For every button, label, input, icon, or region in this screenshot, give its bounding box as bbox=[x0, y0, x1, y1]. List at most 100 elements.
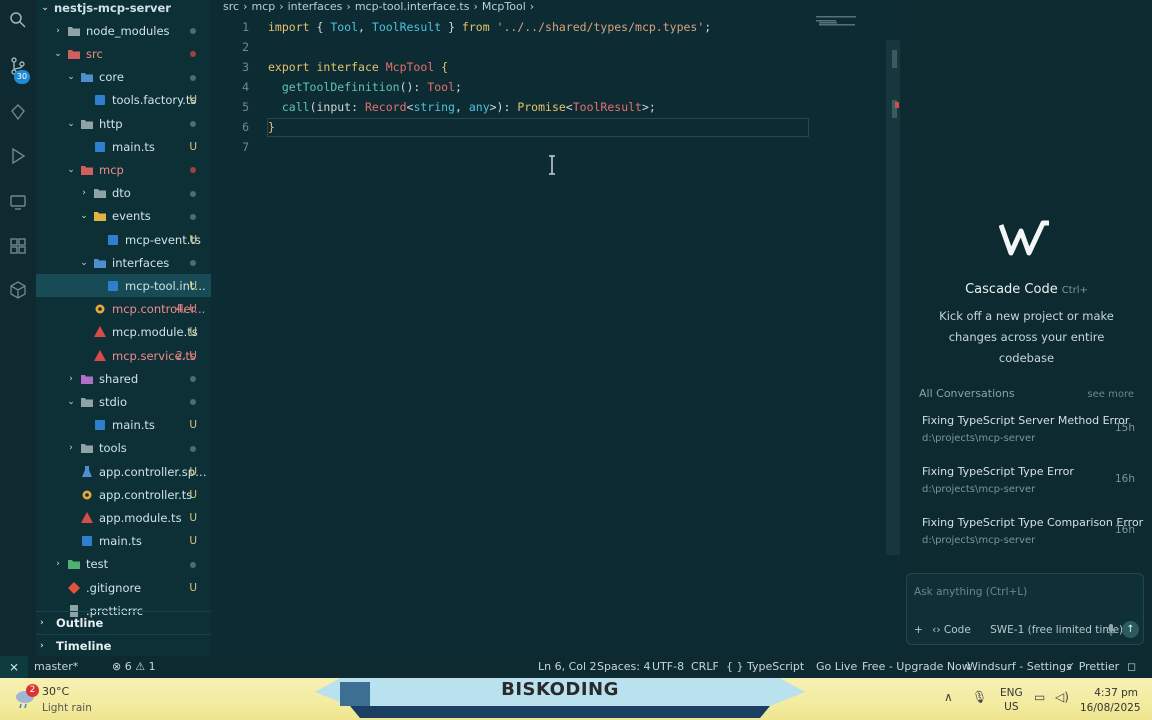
line-number: 1 bbox=[242, 20, 249, 34]
microphone-tray-icon[interactable]: 🎙 bbox=[972, 690, 987, 704]
tree-file[interactable]: main.ts U bbox=[36, 135, 211, 158]
language-indicator[interactable]: ENG US bbox=[1000, 686, 1023, 714]
breadcrumb-item[interactable]: mcp bbox=[251, 0, 275, 13]
tree-folder[interactable]: › tools bbox=[36, 437, 211, 460]
breadcrumb-item[interactable]: mcp-tool.interface.ts bbox=[355, 0, 470, 13]
code-line[interactable]: 2 bbox=[211, 37, 811, 57]
tree-file[interactable]: mcp.module.ts U bbox=[36, 321, 211, 344]
status-dot bbox=[190, 445, 196, 452]
run-debug-icon[interactable] bbox=[8, 146, 28, 166]
code-line[interactable]: 6} bbox=[211, 117, 811, 137]
tree-folder[interactable]: ⌄ interfaces bbox=[36, 251, 211, 274]
tree-folder[interactable]: › node_modules bbox=[36, 19, 211, 42]
code-line[interactable]: 3 export interface McpTool { bbox=[211, 57, 811, 77]
breadcrumb-item[interactable]: src bbox=[223, 0, 239, 13]
tray-chevron-icon[interactable]: ∧ bbox=[944, 690, 953, 704]
prettier-status[interactable]: ✓ Prettier bbox=[1066, 660, 1119, 673]
code-token: < bbox=[565, 100, 573, 114]
module-file-icon bbox=[94, 326, 106, 338]
tree-file[interactable]: mcp-event.ts U bbox=[36, 228, 211, 251]
remote-explorer-icon[interactable] bbox=[8, 192, 28, 212]
git-status-badge: U bbox=[189, 279, 197, 292]
tree-item-label: dto bbox=[112, 186, 131, 201]
timeline-section[interactable]: › Timeline bbox=[36, 634, 211, 656]
encoding-status[interactable]: UTF-8 bbox=[652, 660, 684, 673]
volume-icon[interactable]: ◁) bbox=[1055, 690, 1069, 704]
problems-status[interactable]: ⊗ 6 ⚠ 1 bbox=[112, 660, 156, 673]
system-clock[interactable]: 4:37 pm 16/08/2025 bbox=[1080, 686, 1141, 716]
code-line[interactable]: 4 getToolDefinition(): Tool; bbox=[211, 77, 811, 97]
tree-folder[interactable]: ⌄ events bbox=[36, 205, 211, 228]
eol-status[interactable]: CRLF bbox=[691, 660, 719, 673]
see-more-link[interactable]: see more bbox=[1087, 389, 1134, 400]
search-icon[interactable] bbox=[8, 10, 28, 30]
code-line[interactable]: 5 call(input: Record < string, any>): Prom… bbox=[211, 97, 811, 117]
cascade-title: Cascade Code Ctrl+ bbox=[901, 282, 1152, 297]
tree-folder[interactable]: › dto bbox=[36, 182, 211, 205]
branch-status[interactable]: master* bbox=[34, 660, 78, 673]
network-icon[interactable]: ▭ bbox=[1034, 690, 1045, 704]
breadcrumb-item[interactable]: McpTool bbox=[482, 0, 526, 13]
go-live-button[interactable]: Go Live bbox=[816, 660, 857, 673]
tree-folder[interactable]: ⌄ mcp bbox=[36, 158, 211, 181]
tree-file[interactable]: .gitignore U bbox=[36, 576, 211, 599]
tree-file[interactable]: mcp-tool.interf... U bbox=[36, 274, 211, 298]
conversation-item[interactable]: Fixing TypeScript Type Comparison Error d… bbox=[919, 512, 1143, 558]
git-status-badge: U bbox=[189, 140, 197, 153]
minimap[interactable] bbox=[816, 15, 876, 27]
status-dot bbox=[190, 74, 196, 81]
conversation-item[interactable]: Fixing TypeScript Server Method Error d:\… bbox=[919, 410, 1139, 456]
remote-indicator-icon[interactable]: ⨯ bbox=[0, 656, 28, 678]
tree-item-label: interfaces bbox=[112, 255, 170, 270]
weather-condition[interactable]: Light rain bbox=[42, 702, 92, 714]
windsurf-settings-button[interactable]: Windsurf - Settings bbox=[967, 660, 1072, 673]
weather-temperature[interactable]: 30°C bbox=[42, 685, 69, 698]
package-icon[interactable] bbox=[8, 280, 28, 300]
mode-selector[interactable]: ‹› Code bbox=[932, 624, 971, 636]
code-token: ; bbox=[704, 20, 712, 34]
tree-folder[interactable]: ⌄ http bbox=[36, 112, 211, 135]
tree-file[interactable]: main.ts U bbox=[36, 414, 211, 437]
code-line[interactable]: 7 bbox=[211, 137, 811, 157]
microphone-icon[interactable] bbox=[1105, 623, 1117, 637]
tree-folder[interactable]: ⌄ stdio bbox=[36, 390, 211, 413]
cursor-position[interactable]: Ln 6, Col 2 bbox=[538, 660, 597, 673]
git-status-badge: U bbox=[189, 465, 197, 478]
tree-folder[interactable]: › shared bbox=[36, 367, 211, 390]
code-editor[interactable]: src › mcp › interfaces › mcp-tool.interface.ts… bbox=[211, 0, 901, 656]
tree-file[interactable]: tools.factory.ts U bbox=[36, 89, 211, 112]
folder-icon bbox=[94, 189, 106, 199]
debug-icon[interactable] bbox=[8, 102, 28, 122]
tree-file[interactable]: mcp.service.ts 2, U bbox=[36, 344, 211, 367]
conversation-item[interactable]: Fixing TypeScript Type Error d:\projects\… bbox=[919, 461, 1139, 507]
upgrade-button[interactable]: Free - Upgrade Now bbox=[862, 660, 971, 673]
tree-item-label: nestjs-mcp-server bbox=[54, 0, 171, 15]
tree-file[interactable]: mcp.controller... 4, U bbox=[36, 298, 211, 321]
model-selector[interactable]: SWE-1 (free limited time) bbox=[990, 624, 1123, 636]
tree-file[interactable]: app.controller.ts U bbox=[36, 483, 211, 506]
conversation-title: Fixing TypeScript Type Comparison Error bbox=[922, 516, 1144, 529]
code-token: Tool bbox=[427, 80, 455, 94]
conversation-age: 15h bbox=[1114, 422, 1135, 434]
send-button[interactable]: ↑ bbox=[1122, 621, 1139, 638]
tree-folder[interactable]: ⌄ nestjs-mcp-server bbox=[36, 0, 211, 19]
breadcrumb-item[interactable]: interfaces bbox=[288, 0, 343, 13]
tree-folder[interactable]: ⌄ core bbox=[36, 66, 211, 89]
extensions-icon[interactable] bbox=[8, 236, 28, 256]
tree-file[interactable]: app.module.ts U bbox=[36, 506, 211, 529]
ask-input[interactable] bbox=[914, 582, 1134, 602]
add-context-button[interactable]: + bbox=[914, 624, 923, 636]
folder-icon bbox=[94, 212, 106, 222]
code-line[interactable]: 1 import { Tool, ToolResult } from '../..… bbox=[211, 17, 811, 37]
typescript-file-icon bbox=[95, 420, 105, 431]
indentation-status[interactable]: Spaces: 4 bbox=[597, 660, 650, 673]
tree-folder[interactable]: › test bbox=[36, 553, 211, 576]
tree-file[interactable]: app.controller.spe... U bbox=[36, 460, 211, 483]
language-status[interactable]: { } TypeScript bbox=[726, 660, 804, 673]
tree-folder[interactable]: ⌄ src bbox=[36, 42, 211, 65]
outline-section[interactable]: › Outline bbox=[36, 611, 211, 633]
code-token: ToolResult bbox=[572, 100, 642, 114]
region-code: US bbox=[1004, 701, 1019, 713]
tree-file[interactable]: main.ts U bbox=[36, 530, 211, 553]
notifications-icon[interactable]: ◻ bbox=[1127, 660, 1136, 673]
